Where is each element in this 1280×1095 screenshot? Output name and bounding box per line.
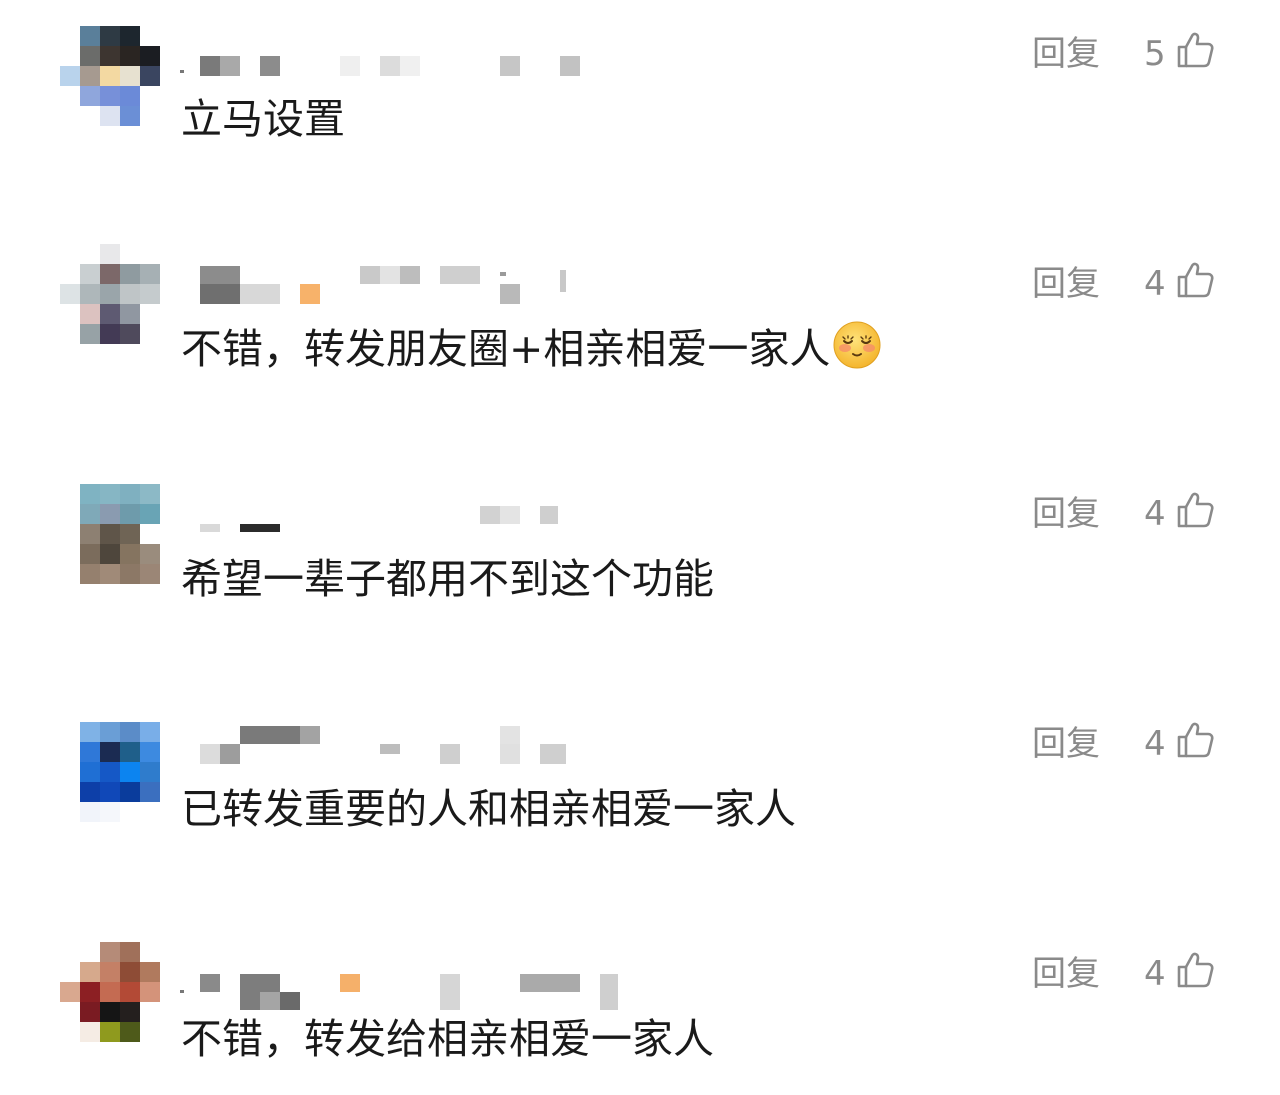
avatar[interactable]	[60, 484, 160, 584]
comment-item: 希望一辈子都用不到这个功能 回复 4	[0, 484, 1280, 686]
like-count: 4	[1144, 954, 1166, 994]
avatar[interactable]	[60, 244, 160, 344]
blushing-face-emoji	[833, 321, 881, 369]
comment-text: 立马设置	[181, 95, 345, 143]
username-redacted[interactable]	[180, 36, 640, 86]
comment-list: 立马设置 回复 5 不错，转发朋友圈+相亲相爱一家人 回复 4 希望一辈子都用不…	[0, 0, 1280, 1095]
username-redacted[interactable]	[180, 496, 640, 546]
reply-button[interactable]: 回复	[1032, 722, 1100, 766]
comment-text: 不错，转发朋友圈+相亲相爱一家人	[181, 321, 882, 374]
avatar[interactable]	[60, 942, 160, 1042]
username-redacted[interactable]	[180, 266, 640, 316]
like-count: 4	[1144, 264, 1166, 304]
comment-text: 已转发重要的人和相亲相爱一家人	[181, 785, 796, 833]
avatar[interactable]	[60, 722, 160, 822]
thumbs-up-icon	[1177, 32, 1214, 68]
username-redacted[interactable]	[180, 956, 640, 1010]
comment-item: 立马设置 回复 5	[0, 26, 1280, 226]
reply-button[interactable]: 回复	[1032, 262, 1100, 306]
comment-item: 不错，转发给相亲相爱一家人 回复 4	[0, 942, 1280, 1095]
comment-item: 不错，转发朋友圈+相亲相爱一家人 回复 4	[0, 244, 1280, 456]
comment-text-content: 不错，转发朋友圈+相亲相爱一家人	[181, 325, 831, 373]
like-count: 5	[1144, 34, 1166, 74]
reply-button[interactable]: 回复	[1032, 952, 1100, 996]
comment-text: 希望一辈子都用不到这个功能	[181, 555, 714, 603]
comment-text: 不错，转发给相亲相爱一家人	[181, 1015, 714, 1063]
thumbs-up-icon	[1177, 492, 1214, 528]
thumbs-up-icon	[1177, 262, 1214, 298]
like-count: 4	[1144, 494, 1166, 534]
thumbs-up-icon	[1177, 952, 1214, 988]
like-count: 4	[1144, 724, 1166, 764]
reply-button[interactable]: 回复	[1032, 32, 1100, 76]
avatar[interactable]	[60, 26, 160, 126]
comment-item: 已转发重要的人和相亲相爱一家人 回复 4	[0, 716, 1280, 916]
username-redacted[interactable]	[180, 726, 640, 776]
thumbs-up-icon	[1177, 722, 1214, 758]
reply-button[interactable]: 回复	[1032, 492, 1100, 536]
